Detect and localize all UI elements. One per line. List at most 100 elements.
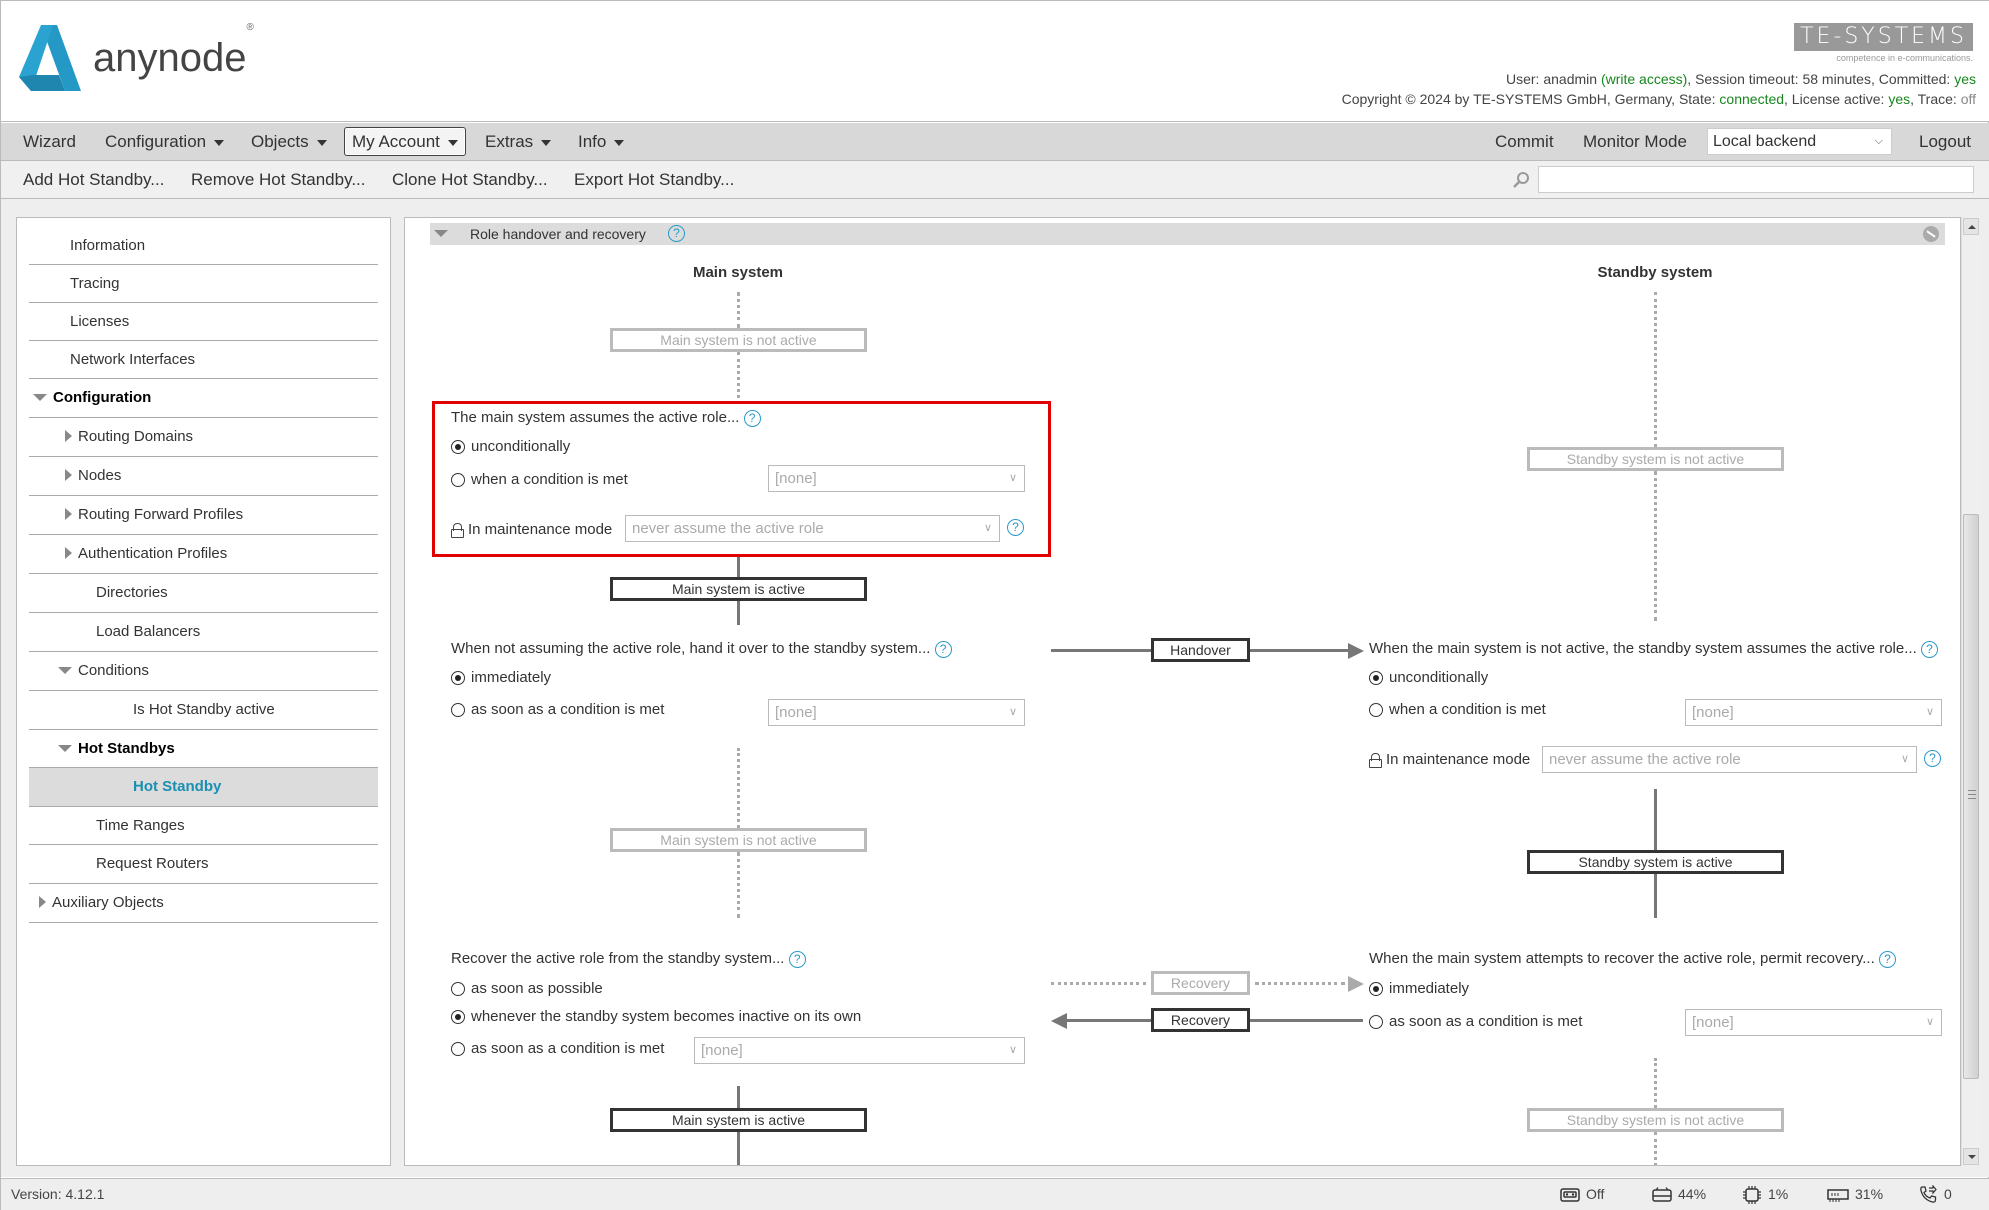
sidebar-item-configuration[interactable]: Configuration	[29, 379, 378, 418]
menu-info[interactable]: Info	[578, 123, 625, 160]
collapsed-icon[interactable]	[39, 896, 46, 909]
radio-unchecked-icon	[451, 702, 465, 717]
section-header[interactable]: Role handover and recovery ?	[430, 223, 1945, 245]
sidebar-item-conditions[interactable]: Conditions	[29, 652, 378, 691]
trace-status: off	[1960, 91, 1976, 107]
memory-usage: 31%	[1827, 1179, 1883, 1210]
main-not-active-state: Main system is not active	[610, 828, 867, 852]
handover-condition-select[interactable]: [none] ∨	[768, 699, 1025, 726]
clone-hot-standby-button[interactable]: Clone Hot Standby...	[392, 161, 548, 198]
radio-recover-asap[interactable]: as soon as possible	[451, 980, 603, 997]
recovery-dotted-line	[1255, 982, 1345, 985]
sidebar-item-tracing[interactable]: Tracing	[29, 265, 378, 303]
collapsed-icon[interactable]	[65, 547, 72, 560]
collapsed-icon[interactable]	[65, 430, 72, 443]
monitor-mode-button[interactable]: Monitor Mode	[1583, 123, 1687, 160]
disabled-icon[interactable]	[1923, 226, 1939, 242]
radio-checked-icon	[451, 1009, 465, 1024]
radio-handover-condition[interactable]: as soon as a condition is met	[451, 701, 664, 718]
menu-configuration[interactable]: Configuration	[105, 123, 225, 160]
standby-maintenance-select[interactable]: never assume the active role ∨	[1542, 746, 1917, 773]
handover-question: When not assuming the active role, hand …	[451, 640, 952, 658]
add-hot-standby-button[interactable]: Add Hot Standby...	[23, 161, 164, 198]
connector-dotted	[737, 352, 740, 398]
chevron-down-icon: ∨	[1008, 1044, 1017, 1056]
radio-unconditionally[interactable]: unconditionally	[451, 438, 570, 455]
export-hot-standby-button[interactable]: Export Hot Standby...	[574, 161, 734, 198]
sidebar-tree: Information Tracing Licenses Network Int…	[16, 217, 391, 1166]
sidebar-item-hot-standby[interactable]: Hot Standby	[29, 768, 378, 807]
standby-not-active-state: Standby system is not active	[1527, 1108, 1784, 1132]
menu-objects[interactable]: Objects	[251, 123, 327, 160]
radio-unchecked-icon	[451, 981, 465, 996]
radio-recover-standby-inactive[interactable]: whenever the standby system becomes inac…	[451, 1008, 861, 1025]
collapse-section-icon[interactable]	[434, 230, 448, 237]
commit-button[interactable]: Commit	[1495, 123, 1554, 160]
anynode-logo: anynode®	[19, 22, 254, 91]
sidebar-item-time-ranges[interactable]: Time Ranges	[29, 807, 378, 845]
menu-my-account[interactable]: My Account	[344, 127, 466, 156]
expanded-icon[interactable]	[33, 393, 47, 401]
radio-permit-condition[interactable]: as soon as a condition is met	[1369, 1013, 1582, 1030]
vertical-scrollbar[interactable]	[1961, 217, 1980, 1166]
help-icon[interactable]: ?	[1924, 750, 1941, 767]
assume-condition-select[interactable]: [none] ∨	[768, 465, 1025, 492]
status-bar: Version: 4.12.1 Off 44% 1% 31% 0	[1, 1178, 1989, 1210]
radio-checked-icon	[1369, 981, 1383, 996]
main-not-active-state: Main system is not active	[610, 328, 867, 352]
scroll-up-button[interactable]	[1963, 218, 1979, 235]
disk-usage: 44%	[1652, 1179, 1706, 1210]
sidebar-item-authentication-profiles[interactable]: Authentication Profiles	[29, 535, 378, 574]
help-icon[interactable]: ?	[934, 641, 952, 658]
menu-wizard[interactable]: Wizard	[23, 123, 76, 160]
arrow-right-icon	[1348, 643, 1364, 659]
backend-select[interactable]: Local backend ⌵	[1707, 128, 1892, 155]
sidebar-item-nodes[interactable]: Nodes	[29, 457, 378, 496]
sidebar-item-routing-domains[interactable]: Routing Domains	[29, 418, 378, 457]
maintenance-mode-select[interactable]: never assume the active role ∨	[625, 515, 1000, 542]
help-icon[interactable]: ?	[668, 225, 685, 242]
main-active-state: Main system is active	[610, 577, 867, 601]
scroll-down-button[interactable]	[1963, 1148, 1979, 1165]
cassette-icon	[1560, 1187, 1580, 1202]
help-icon[interactable]: ?	[1920, 641, 1938, 658]
help-icon[interactable]: ?	[788, 951, 806, 968]
lock-icon	[451, 523, 464, 538]
sidebar-item-hot-standbys[interactable]: Hot Standbys	[29, 730, 378, 768]
recover-condition-select[interactable]: [none] ∨	[694, 1037, 1025, 1064]
sidebar-item-request-routers[interactable]: Request Routers	[29, 845, 378, 884]
sidebar-item-network-interfaces[interactable]: Network Interfaces	[29, 341, 378, 379]
radio-permit-immediately[interactable]: immediately	[1369, 980, 1469, 997]
sidebar-item-licenses[interactable]: Licenses	[29, 303, 378, 341]
expanded-icon[interactable]	[58, 666, 72, 674]
radio-when-condition-met[interactable]: when a condition is met	[451, 471, 628, 488]
sidebar-item-information[interactable]: Information	[29, 227, 378, 265]
connector-solid	[737, 1132, 740, 1165]
menu-extras[interactable]: Extras	[485, 123, 552, 160]
toolbar: Add Hot Standby... Remove Hot Standby...…	[1, 161, 1989, 199]
assume-question: The main system assumes the active role.…	[451, 409, 761, 427]
sidebar-item-is-hot-standby-active[interactable]: Is Hot Standby active	[29, 691, 378, 730]
radio-handover-immediately[interactable]: immediately	[451, 669, 551, 686]
remove-hot-standby-button[interactable]: Remove Hot Standby...	[191, 161, 366, 198]
radio-standby-unconditionally[interactable]: unconditionally	[1369, 669, 1488, 686]
radio-standby-condition[interactable]: when a condition is met	[1369, 701, 1546, 718]
expanded-icon[interactable]	[58, 744, 72, 752]
collapsed-icon[interactable]	[65, 508, 72, 521]
search-input[interactable]	[1538, 166, 1974, 193]
sidebar-item-directories[interactable]: Directories	[29, 574, 378, 613]
sidebar-item-load-balancers[interactable]: Load Balancers	[29, 613, 378, 652]
help-icon[interactable]: ?	[1007, 519, 1024, 536]
sidebar-item-auxiliary-objects[interactable]: Auxiliary Objects	[29, 884, 378, 923]
logout-button[interactable]: Logout	[1919, 123, 1971, 160]
scrollbar-thumb[interactable]	[1963, 514, 1979, 1079]
standby-condition-select[interactable]: [none] ∨	[1685, 699, 1942, 726]
radio-recover-condition[interactable]: as soon as a condition is met	[451, 1040, 664, 1057]
permit-condition-select[interactable]: [none] ∨	[1685, 1009, 1942, 1036]
help-icon[interactable]: ?	[743, 410, 761, 427]
sidebar-item-routing-forward-profiles[interactable]: Routing Forward Profiles	[29, 496, 378, 535]
handover-label: Handover	[1151, 638, 1250, 662]
collapsed-icon[interactable]	[65, 469, 72, 482]
help-icon[interactable]: ?	[1878, 951, 1896, 968]
anynode-logo-icon	[19, 25, 81, 91]
